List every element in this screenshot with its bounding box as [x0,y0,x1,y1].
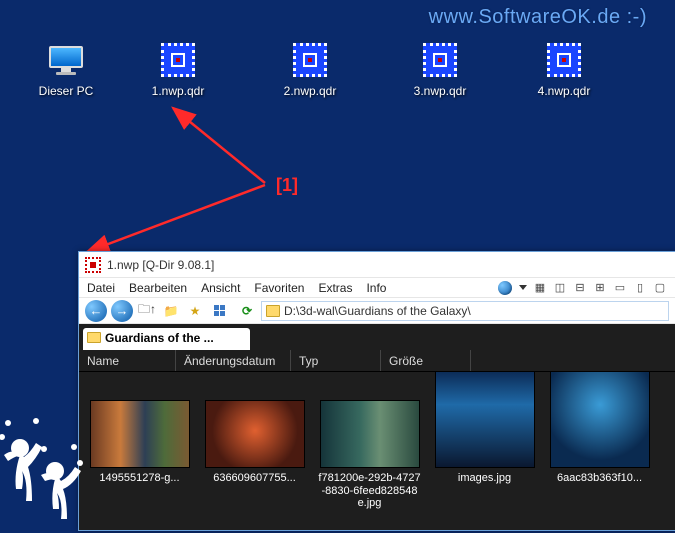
pc-icon [44,40,88,80]
file-pane: NameÄnderungsdatumTypGröße 1495551278-g.… [79,350,675,530]
app-icon [85,257,101,273]
folder-icon [87,332,101,343]
desktop-icon-qdr2[interactable]: 2.nwp.qdr [270,40,350,98]
file-name: 636609607755... [202,472,307,485]
qdir-window: 1.nwp [Q-Dir 9.08.1] Datei Bearbeiten Ansi… [78,251,675,531]
view-grid-button[interactable] [209,301,229,321]
column-headers: NameÄnderungsdatumTypGröße [79,350,675,372]
menubar-right-icons: ▦ ◫ ⊟ ⊞ ▭ ▯ ▢ [498,281,667,295]
thumbnail-image [550,372,650,468]
globe-icon[interactable] [498,281,512,295]
tab-bar: Guardians of the ... [79,324,675,350]
desktop-icon-qdr3[interactable]: 3.nwp.qdr [400,40,480,98]
address-bar[interactable]: D:\3d-wal\Guardians of the Galaxy\ [261,301,669,321]
qdr-file-icon [418,40,462,80]
titlebar[interactable]: 1.nwp [Q-Dir 9.08.1] [79,252,675,278]
file-name: f781200e-292b-4727-8830-6feed828548e.jpg [317,472,422,510]
layout-7-icon[interactable]: ▢ [653,281,667,295]
file-item[interactable]: 1495551278-g... [87,400,192,522]
watermark-text: www.SoftwareOK.de :-) [429,6,647,29]
favorite-button[interactable]: ★ [185,301,205,321]
column-name[interactable]: Name [79,350,176,371]
column-größe[interactable]: Größe [381,350,471,371]
layout-6-icon[interactable]: ▯ [633,281,647,295]
menu-info[interactable]: Info [366,281,386,295]
icon-label: 2.nwp.qdr [270,84,350,98]
file-item[interactable]: images.jpg [432,400,537,522]
window-title: 1.nwp [Q-Dir 9.08.1] [107,258,214,272]
qdr-file-icon [288,40,332,80]
file-item[interactable]: 6aac83b363f10... [547,400,652,522]
tab-active[interactable]: Guardians of the ... [83,328,250,350]
toolbar: ← → 🗀↑ 📁 ★ ⟳ D:\3d-wal\Guardians of the … [79,298,675,324]
file-name: images.jpg [432,472,537,485]
folder-icon [266,305,280,317]
column-änderungsdatum[interactable]: Änderungsdatum [176,350,291,371]
icon-label: 3.nwp.qdr [400,84,480,98]
file-name: 1495551278-g... [87,472,192,485]
file-item[interactable]: 636609607755... [202,400,307,522]
layout-5-icon[interactable]: ▭ [613,281,627,295]
column-typ[interactable]: Typ [291,350,381,371]
menu-datei[interactable]: Datei [87,281,115,295]
layout-2-icon[interactable]: ◫ [553,281,567,295]
thumbnail-image [320,400,420,468]
icon-label: Dieser PC [26,84,106,98]
tab-label: Guardians of the ... [105,331,214,345]
history-button[interactable]: 📁 [161,301,181,321]
dropdown-icon[interactable] [519,285,527,290]
file-item[interactable]: f781200e-292b-4727-8830-6feed828548e.jpg [317,400,422,522]
icon-label: 1.nwp.qdr [138,84,218,98]
icon-label: 4.nwp.qdr [524,84,604,98]
menubar: Datei Bearbeiten Ansicht Favoriten Extras Inf… [79,278,675,298]
desktop-icon-qdr4[interactable]: 4.nwp.qdr [524,40,604,98]
layout-3-icon[interactable]: ⊟ [573,281,587,295]
refresh-button[interactable]: ⟳ [237,301,257,321]
desktop-icon-this-pc[interactable]: Dieser PC [26,40,106,98]
layout-1-icon[interactable]: ▦ [533,281,547,295]
menu-favoriten[interactable]: Favoriten [254,281,304,295]
back-button[interactable]: ← [85,300,107,322]
thumbnail-row: 1495551278-g... 636609607755... f781200e-2… [79,372,675,530]
annotation-label: [1] [276,175,298,196]
decorative-silhouette [0,393,90,533]
thumbnail-image [90,400,190,468]
file-name: 6aac83b363f10... [547,472,652,485]
up-button[interactable]: 🗀↑ [137,301,157,321]
address-path: D:\3d-wal\Guardians of the Galaxy\ [284,304,471,318]
qdr-file-icon [542,40,586,80]
menu-ansicht[interactable]: Ansicht [201,281,240,295]
forward-button[interactable]: → [111,300,133,322]
qdr-file-icon [156,40,200,80]
thumbnail-image [205,400,305,468]
thumbnail-image [435,372,535,468]
menu-extras[interactable]: Extras [318,281,352,295]
desktop-icon-qdr1[interactable]: 1.nwp.qdr [138,40,218,98]
layout-4-icon[interactable]: ⊞ [593,281,607,295]
menu-bearbeiten[interactable]: Bearbeiten [129,281,187,295]
